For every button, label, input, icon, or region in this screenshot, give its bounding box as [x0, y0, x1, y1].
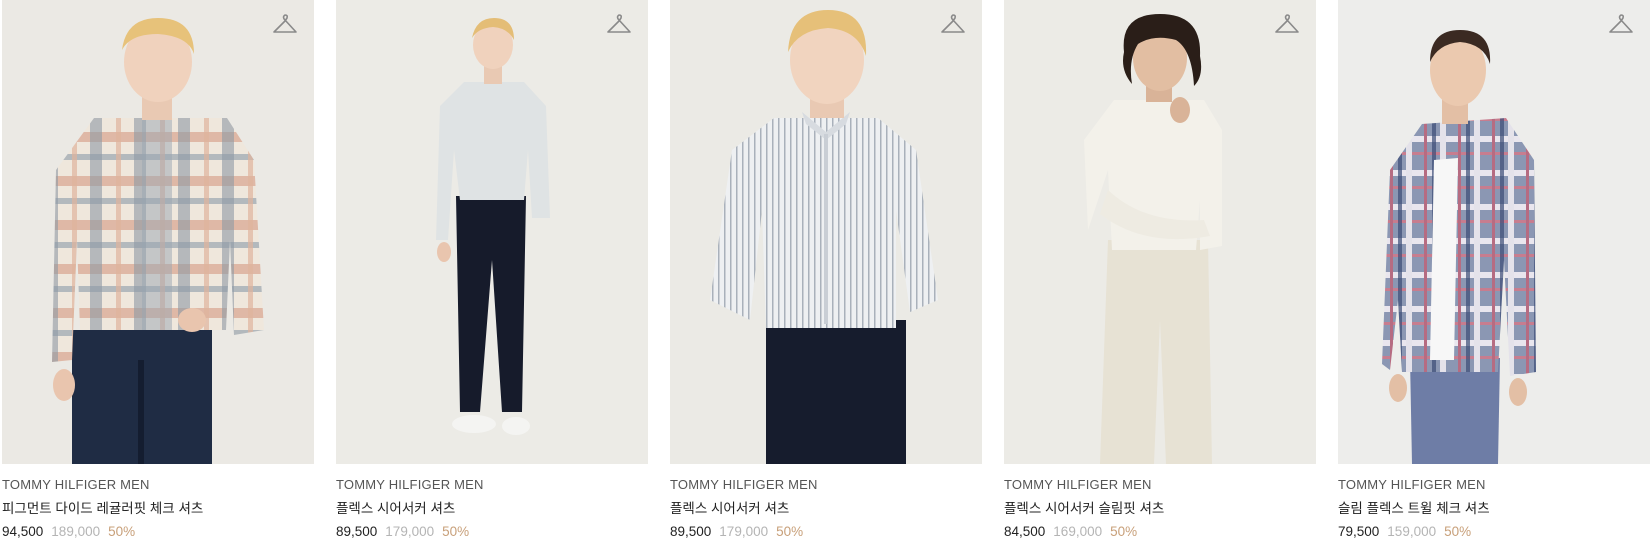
product-image-link[interactable]: [2, 0, 314, 464]
sale-price: 89,500: [336, 524, 378, 539]
product-brand[interactable]: TOMMY HILFIGER MEN: [1338, 477, 1650, 493]
product-brand[interactable]: TOMMY HILFIGER MEN: [1004, 477, 1316, 493]
product-image-link[interactable]: [670, 0, 982, 464]
product-photo: [1338, 0, 1650, 464]
discount-rate: 50%: [1110, 524, 1138, 539]
product-photo: [2, 0, 314, 464]
product-card[interactable]: TOMMY HILFIGER MEN 플렉스 시어서커 셔츠 89,500 179…: [336, 0, 648, 550]
product-brand[interactable]: TOMMY HILFIGER MEN: [2, 477, 314, 493]
hanger-icon[interactable]: [272, 14, 298, 36]
product-photo: [1004, 0, 1316, 464]
product-card[interactable]: TOMMY HILFIGER MEN 피그먼트 다이드 레귤러핏 체크 셔츠 9…: [2, 0, 314, 550]
product-brand[interactable]: TOMMY HILFIGER MEN: [336, 477, 648, 493]
sale-price: 84,500: [1004, 524, 1046, 539]
hanger-icon[interactable]: [1608, 14, 1634, 36]
product-card[interactable]: TOMMY HILFIGER MEN 플렉스 시어서커 슬림핏 셔츠 84,50…: [1004, 0, 1316, 550]
original-price: 189,000: [51, 524, 101, 539]
product-prices: 94,500 189,000 50%: [2, 523, 314, 540]
product-info: TOMMY HILFIGER MEN 피그먼트 다이드 레귤러핏 체크 셔츠 9…: [2, 464, 314, 540]
product-info: TOMMY HILFIGER MEN 플렉스 시어서커 슬림핏 셔츠 84,50…: [1004, 464, 1316, 540]
discount-rate: 50%: [1444, 524, 1472, 539]
sale-price: 89,500: [670, 524, 712, 539]
product-image-link[interactable]: [1004, 0, 1316, 464]
product-name[interactable]: 플렉스 시어서커 셔츠: [336, 500, 648, 517]
hanger-icon[interactable]: [940, 14, 966, 36]
product-info: TOMMY HILFIGER MEN 플렉스 시어서커 셔츠 89,500 179…: [670, 464, 982, 540]
product-grid: TOMMY HILFIGER MEN 피그먼트 다이드 레귤러핏 체크 셔츠 9…: [0, 0, 1652, 550]
sale-price: 79,500: [1338, 524, 1380, 539]
product-brand[interactable]: TOMMY HILFIGER MEN: [670, 477, 982, 493]
product-prices: 84,500 169,000 50%: [1004, 523, 1316, 540]
hanger-icon[interactable]: [606, 14, 632, 36]
product-photo: [670, 0, 982, 464]
product-info: TOMMY HILFIGER MEN 플렉스 시어서커 셔츠 89,500 179…: [336, 464, 648, 540]
product-card[interactable]: TOMMY HILFIGER MEN 플렉스 시어서커 셔츠 89,500 179…: [670, 0, 982, 550]
product-info: TOMMY HILFIGER MEN 슬림 플렉스 트윌 체크 셔츠 79,50…: [1338, 464, 1650, 540]
discount-rate: 50%: [776, 524, 804, 539]
product-prices: 89,500 179,000 50%: [670, 523, 982, 540]
product-prices: 79,500 159,000 50%: [1338, 523, 1650, 540]
original-price: 179,000: [385, 524, 435, 539]
discount-rate: 50%: [108, 524, 136, 539]
original-price: 169,000: [1053, 524, 1103, 539]
product-name[interactable]: 플렉스 시어서커 슬림핏 셔츠: [1004, 500, 1316, 517]
original-price: 179,000: [719, 524, 769, 539]
original-price: 159,000: [1387, 524, 1437, 539]
product-prices: 89,500 179,000 50%: [336, 523, 648, 540]
product-image-link[interactable]: [1338, 0, 1650, 464]
product-photo: [336, 0, 648, 464]
product-name[interactable]: 슬림 플렉스 트윌 체크 셔츠: [1338, 500, 1650, 517]
hanger-icon[interactable]: [1274, 14, 1300, 36]
product-name[interactable]: 플렉스 시어서커 셔츠: [670, 500, 982, 517]
sale-price: 94,500: [2, 524, 44, 539]
product-image-link[interactable]: [336, 0, 648, 464]
discount-rate: 50%: [442, 524, 470, 539]
product-name[interactable]: 피그먼트 다이드 레귤러핏 체크 셔츠: [2, 500, 314, 517]
product-card[interactable]: TOMMY HILFIGER MEN 슬림 플렉스 트윌 체크 셔츠 79,50…: [1338, 0, 1650, 550]
